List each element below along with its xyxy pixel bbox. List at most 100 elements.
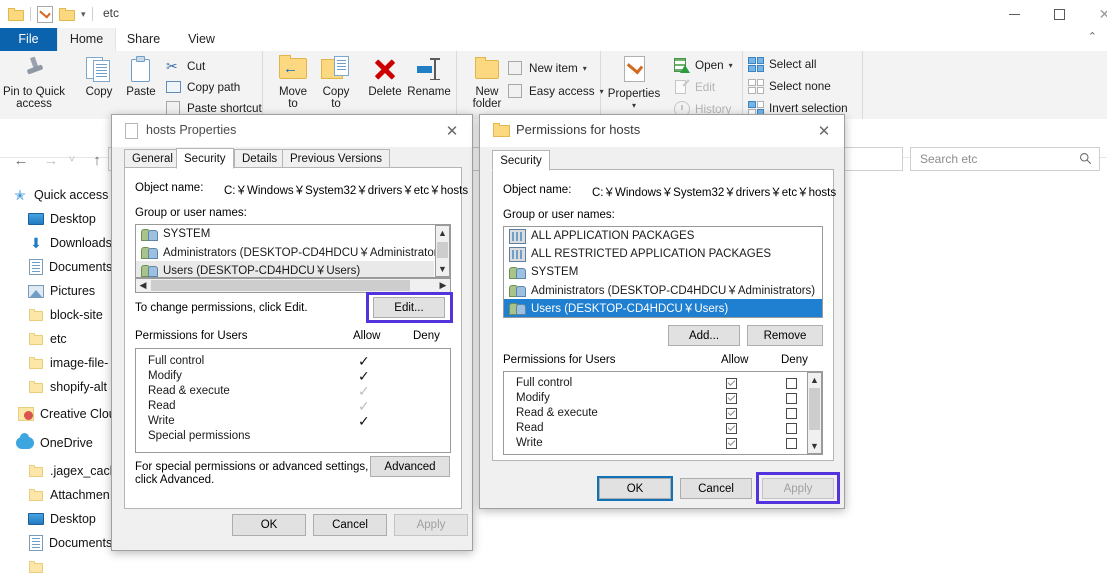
deny-checkbox[interactable] xyxy=(786,378,797,389)
collapse-ribbon-button[interactable]: ⌃ xyxy=(1088,30,1097,43)
list-item[interactable]: SYSTEM xyxy=(504,263,822,281)
list-item[interactable]: SYSTEM xyxy=(136,225,434,243)
sidebar-item-partial[interactable] xyxy=(0,555,188,579)
list-item-selected[interactable]: Users (DESKTOP-CD4HDCU￥Users) xyxy=(136,261,434,278)
group-list-hscrollbar[interactable]: ◀ ▶ xyxy=(135,278,451,293)
table-row[interactable]: Read & execute xyxy=(504,407,806,422)
table-row[interactable]: Read ✓ xyxy=(136,400,450,415)
table-row[interactable]: Read & execute ✓ xyxy=(136,385,450,400)
group-user-list[interactable]: ALL APPLICATION PACKAGES ALL RESTRICTED … xyxy=(503,226,823,318)
users-icon xyxy=(509,301,526,316)
advanced-button[interactable]: Advanced xyxy=(370,456,450,477)
table-row[interactable]: Write xyxy=(504,437,806,452)
tab-home[interactable]: Home xyxy=(57,28,116,51)
tab-security[interactable]: Security xyxy=(176,148,234,169)
easy-access-button[interactable]: Easy access ▾ xyxy=(508,83,604,99)
permissions-table[interactable]: Full control ✓ Modify ✓ Read & execute ✓… xyxy=(135,348,451,453)
rename-label: Rename xyxy=(398,86,460,98)
group-user-list[interactable]: SYSTEM Administrators (DESKTOP-CD4HDCU￥A… xyxy=(135,224,451,278)
list-item[interactable]: ALL APPLICATION PACKAGES xyxy=(504,227,822,245)
select-all-button[interactable]: Select all xyxy=(748,57,816,72)
table-row[interactable]: Full control xyxy=(504,377,806,392)
copy-path-button[interactable]: Copy path xyxy=(166,79,240,95)
scroll-left-icon[interactable]: ◀ xyxy=(136,279,150,292)
forward-button[interactable]: → xyxy=(38,147,64,173)
remove-button[interactable]: Remove xyxy=(747,325,823,346)
back-button[interactable]: ← xyxy=(8,147,34,173)
tab-view[interactable]: View xyxy=(173,28,230,51)
chevron-down-icon[interactable]: ▾ xyxy=(81,10,86,19)
tab-security[interactable]: Security xyxy=(492,150,550,171)
maximize-button[interactable] xyxy=(1037,0,1082,28)
desktop-icon xyxy=(28,513,44,525)
new-item-label: New item xyxy=(529,62,578,75)
table-row[interactable]: Modify xyxy=(504,392,806,407)
properties-button[interactable]: Properties ▾ xyxy=(602,55,666,112)
edit-ribbon-label: Edit xyxy=(695,81,715,94)
up-button[interactable]: ↑ xyxy=(84,147,110,173)
allow-checkbox[interactable] xyxy=(726,393,737,404)
chevron-down-icon[interactable]: ▾ xyxy=(583,64,587,73)
copy-to-icon xyxy=(319,55,353,83)
table-row[interactable]: Modify ✓ xyxy=(136,370,450,385)
minimize-button[interactable] xyxy=(992,0,1037,28)
scroll-up-icon[interactable]: ▲ xyxy=(436,226,449,240)
table-row[interactable]: Write ✓ xyxy=(136,415,450,430)
list-item[interactable]: Administrators (DESKTOP-CD4HDCU￥Administ… xyxy=(504,281,822,299)
open-button[interactable]: Open ▾ xyxy=(674,57,733,73)
properties-cancel-button[interactable]: Cancel xyxy=(313,514,387,536)
group-list-vscrollbar[interactable]: ▲ ▼ xyxy=(435,225,450,277)
scroll-right-icon[interactable]: ▶ xyxy=(436,279,450,292)
tab-share[interactable]: Share xyxy=(115,28,172,51)
scroll-down-icon[interactable]: ▼ xyxy=(808,439,821,453)
list-item[interactable]: ALL RESTRICTED APPLICATION PACKAGES xyxy=(504,245,822,263)
list-item[interactable]: Administrators (DESKTOP-CD4HDCU￥Administ… xyxy=(136,243,434,261)
tab-general[interactable]: General xyxy=(124,149,181,168)
permissions-vscrollbar[interactable]: ▲ ▼ xyxy=(807,372,822,454)
deny-checkbox[interactable] xyxy=(786,438,797,449)
scrollbar-thumb[interactable] xyxy=(809,388,820,430)
properties-dialog-close-button[interactable]: ✕ xyxy=(432,115,472,147)
scroll-up-icon[interactable]: ▲ xyxy=(808,373,821,387)
new-folder-icon xyxy=(472,55,502,83)
allow-checkbox[interactable] xyxy=(726,378,737,389)
scrollbar-thumb[interactable] xyxy=(151,280,410,291)
properties-quick-icon[interactable] xyxy=(37,6,53,23)
paste-button[interactable]: Paste xyxy=(110,55,172,98)
recent-locations-button[interactable]: ˅ xyxy=(63,147,81,173)
permissions-cancel-button[interactable]: Cancel xyxy=(680,478,752,499)
properties-label: Properties xyxy=(602,88,666,100)
tab-details[interactable]: Details xyxy=(234,149,285,168)
new-folder-quick-icon[interactable] xyxy=(59,8,75,21)
document-icon xyxy=(125,123,138,139)
select-none-button[interactable]: Select none xyxy=(748,79,831,94)
allow-checkbox[interactable] xyxy=(726,408,737,419)
add-button[interactable]: Add... xyxy=(668,325,740,346)
close-button[interactable]: ✕ xyxy=(1082,0,1107,28)
cut-button[interactable]: ✂ Cut xyxy=(166,58,205,74)
edit-ribbon-button[interactable]: Edit xyxy=(674,79,715,95)
table-row[interactable]: Read xyxy=(504,422,806,437)
properties-tabstrip: General Security Details Previous Versio… xyxy=(124,149,460,168)
allow-checkbox[interactable] xyxy=(726,423,737,434)
list-item-selected[interactable]: Users (DESKTOP-CD4HDCU￥Users) xyxy=(504,299,822,317)
tab-previous-versions[interactable]: Previous Versions xyxy=(282,149,390,168)
scroll-down-icon[interactable]: ▼ xyxy=(436,262,449,276)
deny-checkbox[interactable] xyxy=(786,423,797,434)
permissions-dialog-close-button[interactable]: ✕ xyxy=(804,115,844,147)
properties-ok-button[interactable]: OK xyxy=(232,514,306,536)
rename-button[interactable]: Rename xyxy=(398,55,460,98)
chevron-down-icon[interactable]: ▾ xyxy=(729,61,733,70)
permissions-table[interactable]: Full control Modify Read & execute Read xyxy=(503,371,823,455)
table-row[interactable]: Special permissions xyxy=(136,430,450,445)
pin-to-quick-access-button[interactable]: Pin to Quick access xyxy=(3,55,65,110)
table-row[interactable]: Full control ✓ xyxy=(136,355,450,370)
tab-file[interactable]: File xyxy=(0,28,57,51)
allow-checkbox[interactable] xyxy=(726,438,737,449)
deny-checkbox[interactable] xyxy=(786,393,797,404)
deny-checkbox[interactable] xyxy=(786,408,797,419)
search-box[interactable]: Search etc xyxy=(910,147,1100,171)
chevron-down-icon[interactable]: ▾ xyxy=(602,100,666,112)
scrollbar-thumb[interactable] xyxy=(437,242,448,258)
new-item-button[interactable]: New item ▾ xyxy=(508,60,587,76)
